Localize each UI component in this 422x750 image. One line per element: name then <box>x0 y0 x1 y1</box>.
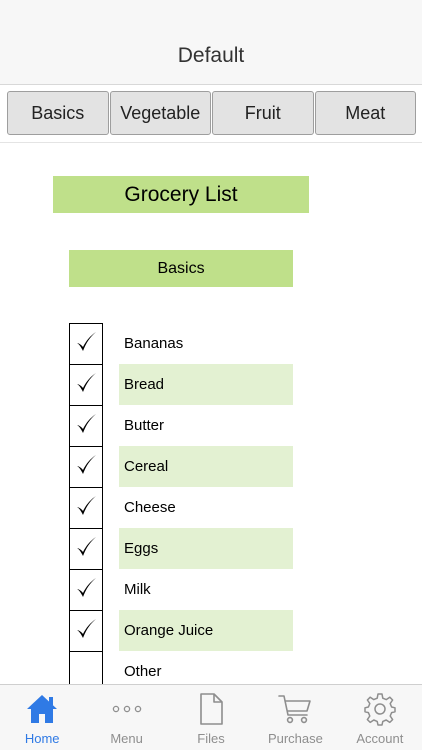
grocery-items: Bananas Bread Butter Cereal Cheese Eggs … <box>69 323 293 692</box>
item-label: Butter <box>124 417 165 434</box>
tab-files[interactable]: Files <box>169 685 253 750</box>
list-item: Milk <box>69 569 293 610</box>
tab-label: Purchase <box>267 731 323 746</box>
tab-purchase[interactable]: Purchase <box>253 685 337 750</box>
tab-menu[interactable]: Menu <box>84 685 168 750</box>
tab-basics[interactable]: Basics <box>7 91 109 135</box>
checkbox[interactable] <box>69 487 103 528</box>
tab-home[interactable]: Home <box>0 685 84 750</box>
tab-label: Home <box>24 731 60 746</box>
item-label: Bread <box>119 364 293 405</box>
tab-vegetable[interactable]: Vegetable <box>109 91 211 135</box>
checkbox[interactable] <box>69 610 103 651</box>
checkmark-icon <box>74 535 98 564</box>
checkmark-icon <box>74 453 98 482</box>
bottom-tab-bar: Home Menu Files Purchase Account <box>0 684 422 750</box>
list-item: Eggs <box>69 528 293 569</box>
list-item: Butter <box>69 405 293 446</box>
checkmark-icon <box>74 412 98 441</box>
checkbox[interactable] <box>69 405 103 446</box>
tab-meat[interactable]: Meat <box>314 91 416 135</box>
gear-icon <box>363 685 397 727</box>
checkbox[interactable] <box>69 364 103 405</box>
tab-account[interactable]: Account <box>338 685 422 750</box>
grocery-list-title: Grocery List <box>53 176 309 213</box>
item-label: Cereal <box>119 446 293 487</box>
more-dots-icon <box>110 685 144 727</box>
home-icon <box>25 685 59 727</box>
checkbox[interactable] <box>69 323 103 364</box>
item-label: Milk <box>124 581 151 598</box>
section-header: Basics <box>69 250 293 287</box>
tab-label: Files <box>197 731 225 746</box>
page-title: Default <box>177 44 245 67</box>
item-label: Orange Juice <box>119 610 293 651</box>
list-item: Bread <box>69 364 293 405</box>
item-label: Cheese <box>124 499 176 516</box>
tab-label: Menu <box>110 731 143 746</box>
tab-fruit[interactable]: Fruit <box>212 91 314 135</box>
tab-label: Account <box>356 731 404 746</box>
checkmark-icon <box>74 617 98 646</box>
checkmark-icon <box>74 371 98 400</box>
checkbox[interactable] <box>69 528 103 569</box>
checkmark-icon <box>74 576 98 605</box>
checkmark-icon <box>74 330 98 359</box>
list-item: Bananas <box>69 323 293 364</box>
navigation-bar: Default <box>0 0 422 85</box>
checkbox[interactable] <box>69 446 103 487</box>
list-item: Cheese <box>69 487 293 528</box>
checkbox[interactable] <box>69 569 103 610</box>
item-label: Bananas <box>124 335 184 352</box>
item-label: Eggs <box>119 528 293 569</box>
divider <box>0 142 422 143</box>
file-icon <box>197 685 225 727</box>
checkmark-icon <box>74 494 98 523</box>
list-item: Cereal <box>69 446 293 487</box>
cart-icon <box>277 685 313 727</box>
category-tabs: Basics Vegetable Fruit Meat <box>7 91 416 135</box>
list-item: Orange Juice <box>69 610 293 651</box>
